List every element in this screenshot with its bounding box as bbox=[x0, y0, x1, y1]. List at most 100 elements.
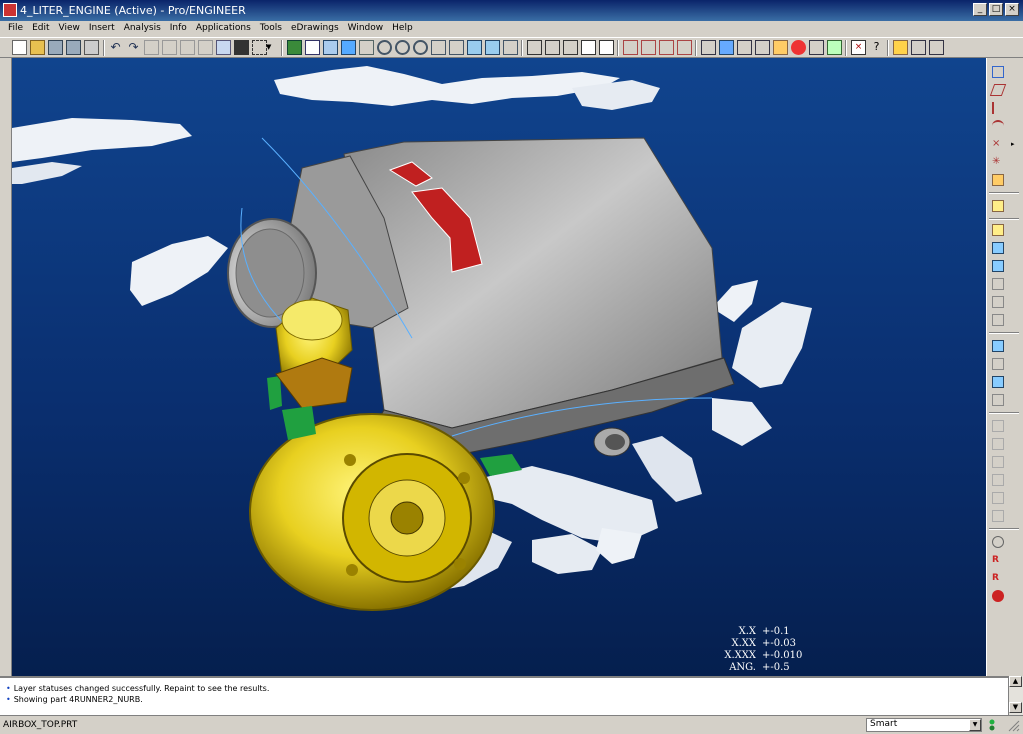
analysis-tool-icon[interactable] bbox=[992, 536, 1004, 548]
view-manager-icon[interactable] bbox=[359, 40, 374, 55]
new-file-icon[interactable] bbox=[12, 40, 27, 55]
navigator-collapse-strip[interactable] bbox=[0, 58, 12, 676]
menu-tools[interactable]: Tools bbox=[256, 21, 287, 37]
extrude-icon[interactable] bbox=[992, 224, 1004, 236]
menu-analysis[interactable]: Analysis bbox=[120, 21, 166, 37]
paste-icon[interactable] bbox=[180, 40, 195, 55]
datum-point-icon[interactable]: × bbox=[992, 138, 1004, 150]
revolve-icon[interactable] bbox=[992, 242, 1004, 254]
datum-axes-icon[interactable] bbox=[641, 40, 656, 55]
datum-points-icon[interactable] bbox=[659, 40, 674, 55]
chevron-down-icon[interactable]: ▼ bbox=[969, 719, 981, 731]
save-copy-icon[interactable] bbox=[66, 40, 81, 55]
hidden-line-icon[interactable] bbox=[545, 40, 560, 55]
menu-info[interactable]: Info bbox=[166, 21, 192, 37]
color-palette-icon[interactable] bbox=[791, 40, 806, 55]
flexible-modeling-icon[interactable] bbox=[911, 40, 926, 55]
sketch-tool-icon[interactable] bbox=[992, 200, 1004, 212]
suppress-icon[interactable] bbox=[992, 590, 1004, 602]
repaint-icon[interactable] bbox=[287, 40, 302, 55]
shell-icon[interactable] bbox=[992, 340, 1004, 352]
model-tree-icon[interactable] bbox=[719, 40, 734, 55]
draft-icon[interactable] bbox=[992, 376, 1004, 388]
save-icon[interactable] bbox=[48, 40, 63, 55]
menu-edit[interactable]: Edit bbox=[28, 21, 54, 37]
menu-view[interactable]: View bbox=[55, 21, 85, 37]
open-folder-icon[interactable] bbox=[30, 40, 45, 55]
chevron-down-icon[interactable]: ▼ bbox=[266, 40, 274, 55]
analysis-feature-icon[interactable] bbox=[992, 174, 1004, 186]
scroll-up-icon[interactable]: ▲ bbox=[1009, 676, 1022, 687]
model-setup-icon[interactable] bbox=[503, 40, 518, 55]
datum-planes-icon[interactable] bbox=[623, 40, 638, 55]
resume-icon[interactable]: R bbox=[992, 572, 1004, 584]
chevron-right-icon[interactable]: ▸ bbox=[1011, 138, 1017, 150]
refit-icon[interactable] bbox=[431, 40, 446, 55]
coordinate-system-icon[interactable]: ✳ bbox=[992, 156, 1004, 168]
layer-icon[interactable] bbox=[305, 40, 320, 55]
print-icon[interactable] bbox=[84, 40, 99, 55]
layers-icon[interactable] bbox=[485, 40, 500, 55]
sketch-icon[interactable] bbox=[809, 40, 824, 55]
no-hidden-icon[interactable] bbox=[563, 40, 578, 55]
paste-special-icon[interactable] bbox=[198, 40, 213, 55]
wireframe-icon[interactable] bbox=[527, 40, 542, 55]
menu-applications[interactable]: Applications bbox=[192, 21, 256, 37]
regenerate-icon[interactable] bbox=[216, 40, 231, 55]
extend-icon[interactable] bbox=[992, 492, 1004, 504]
copy-icon[interactable] bbox=[162, 40, 177, 55]
close-button[interactable]: × bbox=[1005, 3, 1019, 16]
zoom-in-icon[interactable] bbox=[395, 40, 410, 55]
rib-icon[interactable] bbox=[992, 358, 1004, 370]
app-icon[interactable] bbox=[3, 3, 17, 17]
coordinate-systems-icon[interactable] bbox=[677, 40, 692, 55]
appearance-icon[interactable] bbox=[773, 40, 788, 55]
measure-icon[interactable] bbox=[701, 40, 716, 55]
variable-sweep-icon[interactable] bbox=[992, 260, 1004, 272]
merge-icon[interactable] bbox=[992, 456, 1004, 468]
trim-icon[interactable] bbox=[992, 474, 1004, 486]
undo-icon[interactable]: ↶ bbox=[108, 40, 123, 55]
distributed-computing-icon[interactable] bbox=[893, 40, 908, 55]
context-help-icon[interactable]: ? bbox=[869, 40, 884, 55]
enhanced-realism-icon[interactable] bbox=[599, 40, 614, 55]
toolkit-icon[interactable] bbox=[929, 40, 944, 55]
datum-plane-tool-icon[interactable] bbox=[992, 66, 1004, 78]
zoom-out-icon[interactable] bbox=[413, 40, 428, 55]
datum-axis-icon[interactable] bbox=[992, 102, 1004, 114]
menu-help[interactable]: Help bbox=[388, 21, 418, 37]
mirror-icon[interactable] bbox=[992, 438, 1004, 450]
pattern-icon[interactable] bbox=[992, 420, 1004, 432]
spin-center-icon[interactable] bbox=[341, 40, 356, 55]
pan-icon[interactable] bbox=[377, 40, 392, 55]
menu-window[interactable]: Window bbox=[344, 21, 389, 37]
close-window-icon[interactable]: × bbox=[851, 40, 866, 55]
maximize-button[interactable]: □ bbox=[989, 3, 1003, 16]
selection-filter[interactable]: Smart ▼ bbox=[866, 718, 982, 732]
parameters-icon[interactable] bbox=[755, 40, 770, 55]
saved-views-icon[interactable] bbox=[467, 40, 482, 55]
insert-mode-icon[interactable]: R bbox=[992, 554, 1004, 566]
reorient-icon[interactable] bbox=[449, 40, 464, 55]
datum-plane-icon[interactable] bbox=[989, 84, 1007, 96]
minimize-button[interactable]: _ bbox=[973, 3, 987, 16]
orient-icon[interactable] bbox=[323, 40, 338, 55]
datum-curve-icon[interactable] bbox=[992, 120, 1004, 132]
round-icon[interactable] bbox=[992, 296, 1004, 308]
find-icon[interactable] bbox=[234, 40, 249, 55]
scroll-down-icon[interactable]: ▼ bbox=[1009, 702, 1022, 713]
shading-icon[interactable] bbox=[581, 40, 596, 55]
menu-insert[interactable]: Insert bbox=[85, 21, 120, 37]
menu-file[interactable]: File bbox=[4, 21, 28, 37]
graphics-window[interactable]: X.X +-0.1 X.XX +-0.03 X.XXX +-0.010 ANG. +-0… bbox=[12, 58, 986, 676]
edrawings-icon[interactable] bbox=[827, 40, 842, 55]
resize-grip-icon[interactable] bbox=[1008, 720, 1020, 732]
relations-icon[interactable] bbox=[737, 40, 752, 55]
select-box-icon[interactable] bbox=[252, 40, 267, 55]
offset-icon[interactable] bbox=[992, 510, 1004, 522]
menu-edrawings[interactable]: eDrawings bbox=[287, 21, 344, 37]
message-scrollbar[interactable]: ▲ ▼ bbox=[1008, 676, 1023, 715]
hole-icon[interactable] bbox=[992, 394, 1004, 406]
scroll-track[interactable] bbox=[1009, 687, 1023, 702]
blend-icon[interactable] bbox=[992, 278, 1004, 290]
